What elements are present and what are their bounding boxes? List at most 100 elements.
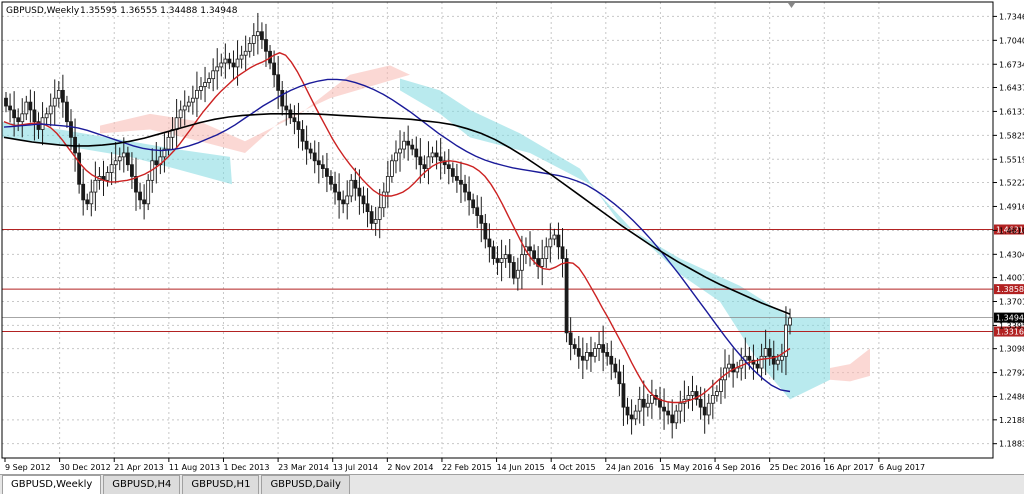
candle-bull <box>645 402 650 408</box>
x-tick-label: 15 May 2016 <box>660 463 712 472</box>
candle-bull <box>373 219 378 224</box>
candle-bull <box>584 352 589 361</box>
price-chart[interactable]: 1.462131.385881.331681.34948 1.188301.21… <box>0 0 1024 474</box>
y-tick-label: 1.55190 <box>999 155 1024 164</box>
x-tick-label: 9 Sep 2012 <box>5 463 51 472</box>
chart-window[interactable]: 1.462131.385881.331681.34948 1.188301.21… <box>0 0 1024 474</box>
candle-bear <box>4 97 8 107</box>
candle-bear <box>142 199 147 205</box>
ohlc-readout: 1.35595 1.36555 1.34488 1.34948 <box>80 6 238 16</box>
candle-bear <box>308 148 313 154</box>
candle-bull <box>381 191 386 209</box>
candle-bull <box>113 160 118 166</box>
candle-bear <box>475 207 480 216</box>
candle-bear <box>747 355 752 361</box>
candle-bull <box>430 152 435 158</box>
tab-gbpusd-weekly[interactable]: GBPUSD,Weekly <box>2 475 102 494</box>
y-tick-label: 1.27920 <box>999 369 1024 378</box>
candle-bull <box>56 89 61 99</box>
x-tick-label: 14 Jun 2015 <box>497 463 545 472</box>
y-tick-label: 1.24860 <box>999 393 1024 402</box>
candle-bull <box>426 156 431 170</box>
candle-bear <box>260 31 264 40</box>
tab-gbpusd-h1[interactable]: GBPUSD,H1 <box>182 475 260 494</box>
candle-bull <box>690 391 695 396</box>
candle-bull <box>398 148 402 154</box>
candle-bull <box>182 105 187 111</box>
candle-bear <box>731 363 736 373</box>
candle-bear <box>304 140 309 150</box>
candle-bull <box>24 101 29 115</box>
candle-bear <box>16 117 21 123</box>
candle-bear <box>227 58 232 64</box>
candle-bull <box>178 109 183 119</box>
candle-bull <box>706 402 711 416</box>
candle-bull <box>519 254 524 271</box>
candle-bear <box>320 164 325 170</box>
candle-bull <box>121 152 126 158</box>
candle-bull <box>633 410 638 420</box>
x-tick-label: 30 Dec 2012 <box>60 463 111 472</box>
candle-bear <box>507 254 512 263</box>
candle-bull <box>385 176 390 193</box>
candle-bear <box>455 176 459 181</box>
x-tick-label: 25 Dec 2016 <box>770 463 821 472</box>
candle-bull <box>223 58 228 64</box>
y-tick-label: 1.43040 <box>999 250 1024 259</box>
candle-bear <box>231 62 236 68</box>
candle-bull <box>678 402 683 412</box>
candle-bull <box>20 113 25 123</box>
candle-bull <box>146 179 151 205</box>
candle-bear <box>576 348 581 357</box>
candle-bear <box>625 406 630 416</box>
candle-bear <box>361 195 366 205</box>
candle-bull <box>235 58 240 68</box>
y-tick-label: 1.49160 <box>999 202 1024 211</box>
candle-bear <box>556 234 561 248</box>
candle-bear <box>85 199 90 205</box>
candle-bull <box>377 207 382 220</box>
candle-bear <box>65 101 69 123</box>
candle-bull <box>515 269 520 279</box>
x-tick-label: 21 Apr 2013 <box>114 463 163 472</box>
candle-bear <box>316 160 321 166</box>
y-tick-label: 1.37010 <box>999 297 1024 306</box>
tab-gbpusd-daily[interactable]: GBPUSD,Daily <box>261 475 350 494</box>
y-tick-label: 1.61310 <box>999 107 1024 116</box>
candle-bear <box>69 121 73 138</box>
candle-bull <box>649 395 654 404</box>
candle-bull <box>714 391 719 396</box>
candle-bull <box>44 113 49 119</box>
y-tick-label: 1.40070 <box>999 274 1024 283</box>
candle-bear <box>487 238 492 248</box>
y-tick-label: 1.52220 <box>999 179 1024 188</box>
candle-bull <box>93 179 98 193</box>
candle-bull <box>243 50 248 56</box>
x-tick-label: 6 Aug 2017 <box>879 463 925 472</box>
y-tick-label: 1.46100 <box>999 226 1024 235</box>
tab-gbpusd-h4[interactable]: GBPUSD,H4 <box>103 475 181 494</box>
candle-bull <box>89 191 94 205</box>
candle-bull <box>345 195 350 205</box>
candle-bear <box>560 246 565 259</box>
candle-bear <box>446 164 451 170</box>
candle-bull <box>597 344 601 349</box>
x-tick-label: 22 Feb 2015 <box>442 463 492 472</box>
candle-bear <box>483 222 488 240</box>
candle-bull <box>48 105 53 115</box>
candle-bull <box>211 70 216 80</box>
candle-bull <box>710 395 715 404</box>
candle-bear <box>702 406 707 416</box>
candle-bear <box>12 109 17 119</box>
candle-bear <box>134 176 138 193</box>
candle-bull <box>637 398 642 412</box>
candle-bear <box>414 148 419 158</box>
candle-bear <box>8 105 12 111</box>
candle-bear <box>276 74 281 91</box>
candle-bear <box>613 363 618 373</box>
x-tick-label: 13 Jul 2014 <box>333 463 378 472</box>
candle-bull <box>686 395 691 400</box>
candle-bull <box>540 258 545 267</box>
candle-bear <box>438 156 443 162</box>
candle-bear <box>755 363 760 369</box>
